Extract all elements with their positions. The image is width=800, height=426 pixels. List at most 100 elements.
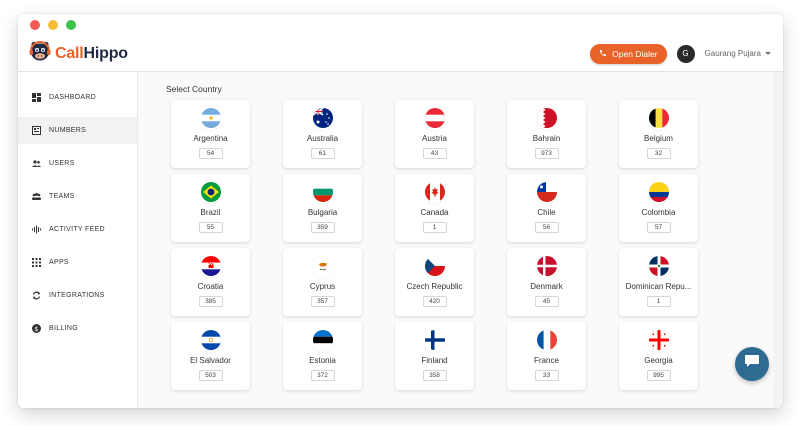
country-name: Georgia <box>644 356 673 365</box>
country-name: Bahrain <box>532 134 561 143</box>
sidebar-item-billing[interactable]: $ BILLING <box>18 315 137 342</box>
country-card-colombia[interactable]: Colombia 57 <box>619 174 698 242</box>
denmark-flag-icon <box>536 256 557 276</box>
country-card-georgia[interactable]: Georgia 995 <box>619 322 698 390</box>
dominican-republic-flag-icon <box>648 256 669 276</box>
sidebar-item-users[interactable]: USERS <box>18 150 137 177</box>
sidebar-item-apps[interactable]: APPS <box>18 249 137 276</box>
numbers-icon <box>32 126 41 135</box>
username: Gaurang Pujara <box>704 49 761 58</box>
country-name: Denmark <box>530 282 563 291</box>
open-dialer-button[interactable]: Open Dialer <box>590 43 667 64</box>
number-count-badge: 385 <box>198 296 223 307</box>
country-name: Austria <box>422 134 447 143</box>
country-card-canada[interactable]: Canada 1 <box>395 174 474 242</box>
sidebar-item-label: NUMBERS <box>49 127 87 134</box>
user-menu[interactable]: Gaurang Pujara <box>705 49 771 58</box>
australia-flag-icon <box>312 108 333 128</box>
argentina-flag-icon <box>200 108 221 128</box>
avatar[interactable]: G <box>676 44 695 63</box>
sidebar-item-teams[interactable]: TEAMS <box>18 183 137 210</box>
country-card-argentina[interactable]: Argentina 54 <box>171 100 250 168</box>
cyprus-flag-icon <box>312 256 333 276</box>
estonia-flag-icon <box>312 330 333 350</box>
billing-icon: $ <box>32 324 41 333</box>
sidebar-item-label: INTEGRATIONS <box>49 292 105 299</box>
country-card-bahrain[interactable]: Bahrain 973 <box>507 100 586 168</box>
chat-button[interactable] <box>735 347 769 381</box>
country-name: Cyprus <box>309 282 336 291</box>
country-name: Croatia <box>197 282 224 291</box>
colombia-flag-icon <box>648 182 669 202</box>
brand-logo[interactable]: CallHippo <box>28 39 128 68</box>
number-count-badge: 54 <box>198 148 223 159</box>
brand-name: CallHippo <box>55 44 128 62</box>
page-title: Select Country <box>166 84 222 94</box>
country-grid: Argentina 54 Australia 61 Austria 43 Bah… <box>171 100 774 390</box>
bahrain-flag-icon <box>536 108 557 128</box>
number-count-badge: 32 <box>646 148 671 159</box>
app-window: CallHippo Open Dialer G Gaurang Pujara D… <box>18 14 783 408</box>
belgium-flag-icon <box>648 108 669 128</box>
country-card-belgium[interactable]: Belgium 32 <box>619 100 698 168</box>
sidebar-item-label: DASHBOARD <box>49 94 97 101</box>
sidebar-item-label: ACTIVITY FEED <box>49 226 105 233</box>
sidebar: DASHBOARD NUMBERS USERS TEAMS ACTIVITY F… <box>18 72 138 408</box>
country-card-dominican-republic[interactable]: Dominican Repu... 1 <box>619 248 698 316</box>
country-card-estonia[interactable]: Estonia 372 <box>283 322 362 390</box>
maximize-window-button[interactable] <box>66 20 76 30</box>
country-card-australia[interactable]: Australia 61 <box>283 100 362 168</box>
austria-flag-icon <box>424 108 445 128</box>
canada-flag-icon <box>424 182 445 202</box>
number-count-badge: 420 <box>422 296 447 307</box>
country-card-finland[interactable]: Finland 358 <box>395 322 474 390</box>
country-card-france[interactable]: France 33 <box>507 322 586 390</box>
vertical-scrollbar[interactable] <box>773 72 783 408</box>
number-count-badge: 56 <box>534 222 559 233</box>
finland-flag-icon <box>424 330 445 350</box>
dashboard-icon <box>32 93 41 102</box>
apps-icon <box>32 258 41 267</box>
sidebar-item-activity-feed[interactable]: ACTIVITY FEED <box>18 216 137 243</box>
number-count-badge: 357 <box>310 296 335 307</box>
country-card-el-salvador[interactable]: El Salvador 503 <box>171 322 250 390</box>
sidebar-item-label: TEAMS <box>49 193 75 200</box>
users-icon <box>32 159 41 168</box>
brazil-flag-icon <box>200 182 221 202</box>
sidebar-item-label: BILLING <box>49 325 78 332</box>
chat-bubble-icon <box>744 354 760 374</box>
number-count-badge: 995 <box>646 370 671 381</box>
chevron-down-icon <box>765 52 771 55</box>
georgia-flag-icon <box>648 330 669 350</box>
france-flag-icon <box>536 330 557 350</box>
close-window-button[interactable] <box>30 20 40 30</box>
number-count-badge: 1 <box>422 222 447 233</box>
country-name: Brazil <box>200 208 221 217</box>
svg-text:$: $ <box>34 325 38 333</box>
country-card-chile[interactable]: Chile 56 <box>507 174 586 242</box>
country-name: Czech Republic <box>406 282 463 291</box>
number-count-badge: 57 <box>646 222 671 233</box>
country-card-cyprus[interactable]: Cyprus 357 <box>283 248 362 316</box>
open-dialer-label: Open Dialer <box>612 48 658 59</box>
country-card-croatia[interactable]: Croatia 385 <box>171 248 250 316</box>
country-card-czech-republic[interactable]: Czech Republic 420 <box>395 248 474 316</box>
sidebar-item-label: USERS <box>49 160 75 167</box>
el-salvador-flag-icon <box>200 330 221 350</box>
country-card-denmark[interactable]: Denmark 45 <box>507 248 586 316</box>
number-count-badge: 358 <box>422 370 447 381</box>
country-name: Argentina <box>193 134 228 143</box>
sidebar-item-label: APPS <box>49 259 69 266</box>
country-card-bulgaria[interactable]: Bulgaria 359 <box>283 174 362 242</box>
minimize-window-button[interactable] <box>48 20 58 30</box>
sidebar-item-integrations[interactable]: INTEGRATIONS <box>18 282 137 309</box>
country-name: Estonia <box>309 356 336 365</box>
activity-icon <box>32 225 41 234</box>
country-card-brazil[interactable]: Brazil 55 <box>171 174 250 242</box>
number-count-badge: 503 <box>198 370 223 381</box>
sidebar-item-dashboard[interactable]: DASHBOARD <box>18 84 137 111</box>
country-card-austria[interactable]: Austria 43 <box>395 100 474 168</box>
number-count-badge: 43 <box>422 148 447 159</box>
bulgaria-flag-icon <box>312 182 333 202</box>
sidebar-item-numbers[interactable]: NUMBERS <box>18 117 137 144</box>
